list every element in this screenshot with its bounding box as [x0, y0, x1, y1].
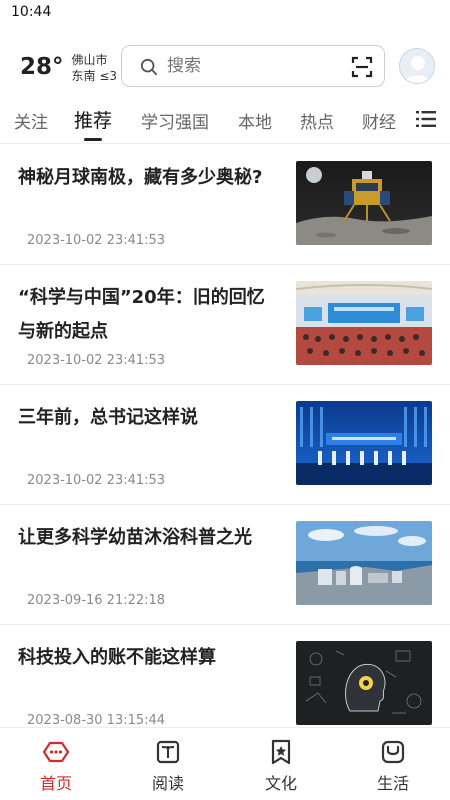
- bottom-nav: 首页 阅读 文化 生活: [0, 727, 450, 800]
- tab-finance[interactable]: 财经: [362, 108, 396, 133]
- article-title: 让更多科学幼苗沐浴科普之光: [18, 527, 252, 548]
- tech-head-image: [296, 641, 432, 725]
- nav-culture[interactable]: 文化: [241, 738, 321, 794]
- status-time: 10:44: [11, 4, 52, 20]
- conference-hall-image: [296, 281, 432, 365]
- book-icon: [156, 740, 180, 764]
- list-item[interactable]: 三年前，总书记这样说 2023-10-02 23:41:53: [0, 385, 450, 505]
- coastal-plant-image: [296, 521, 432, 605]
- list-item[interactable]: 神秘月球南极，藏有多少奥秘? 2023-10-02 23:41:53: [0, 145, 450, 265]
- news-feed: 神秘月球南极，藏有多少奥秘? 2023-10-02 23:41:53 “科学与中…: [0, 145, 450, 727]
- article-date: 2023-08-30 13:15:44: [27, 713, 166, 727]
- nav-home[interactable]: 首页: [16, 738, 96, 794]
- scan-icon[interactable]: [351, 56, 373, 78]
- nav-life-label: 生活: [376, 774, 409, 793]
- article-date: 2023-10-02 23:41:53: [27, 233, 166, 248]
- channel-tabs: 关注 推荐 学习强国 本地 热点 财经: [0, 96, 450, 144]
- article-title: 科技投入的账不能这样算: [18, 647, 216, 668]
- article-date: 2023-10-02 23:41:53: [27, 353, 166, 368]
- status-bar: 10:44: [0, 0, 450, 26]
- weather-temperature: 28°: [20, 54, 64, 80]
- weather-widget[interactable]: 28° 佛山市 东南 ≤3: [20, 52, 117, 84]
- article-title: 三年前，总书记这样说: [18, 407, 198, 428]
- nav-home-label: 首页: [39, 774, 72, 793]
- article-title: 神秘月球南极，藏有多少奥秘?: [18, 167, 263, 188]
- active-tab-indicator: [84, 138, 102, 141]
- list-item[interactable]: 让更多科学幼苗沐浴科普之光 2023-09-16 21:22:18: [0, 505, 450, 625]
- search-input[interactable]: [167, 56, 337, 76]
- search-icon: [140, 58, 158, 76]
- avatar[interactable]: [399, 48, 435, 84]
- search-box[interactable]: [121, 45, 385, 87]
- article-title: “科学与中国”20年：旧的回忆与新的起点: [18, 287, 265, 342]
- weather-meta: 佛山市 东南 ≤3: [72, 52, 118, 84]
- weather-city: 佛山市: [71, 53, 108, 67]
- tab-local[interactable]: 本地: [238, 108, 272, 133]
- article-date: 2023-09-16 21:22:18: [27, 593, 166, 608]
- life-icon: [381, 740, 405, 764]
- nav-life[interactable]: 生活: [353, 738, 433, 794]
- home-icon: [42, 741, 70, 763]
- tab-xuexi[interactable]: 学习强国: [141, 108, 209, 133]
- nav-culture-label: 文化: [264, 774, 297, 793]
- stage-ceremony-image: [296, 401, 432, 485]
- header: 28° 佛山市 东南 ≤3: [0, 38, 450, 96]
- nav-read-label: 阅读: [151, 774, 184, 793]
- channel-menu-icon[interactable]: [416, 110, 436, 128]
- article-date: 2023-10-02 23:41:53: [27, 473, 166, 488]
- tab-recommend[interactable]: 推荐: [74, 106, 112, 133]
- nav-read[interactable]: 阅读: [128, 738, 208, 794]
- list-item[interactable]: “科学与中国”20年：旧的回忆与新的起点 2023-10-02 23:41:53: [0, 265, 450, 385]
- user-avatar-icon: [405, 56, 431, 83]
- culture-star-icon: [271, 739, 291, 765]
- weather-wind: 东南 ≤3: [71, 69, 118, 83]
- list-item[interactable]: 科技投入的账不能这样算 2023-08-30 13:15:44: [0, 625, 450, 727]
- lunar-lander-image: [296, 161, 432, 245]
- tab-follow[interactable]: 关注: [14, 108, 48, 133]
- tab-hot[interactable]: 热点: [300, 108, 334, 133]
